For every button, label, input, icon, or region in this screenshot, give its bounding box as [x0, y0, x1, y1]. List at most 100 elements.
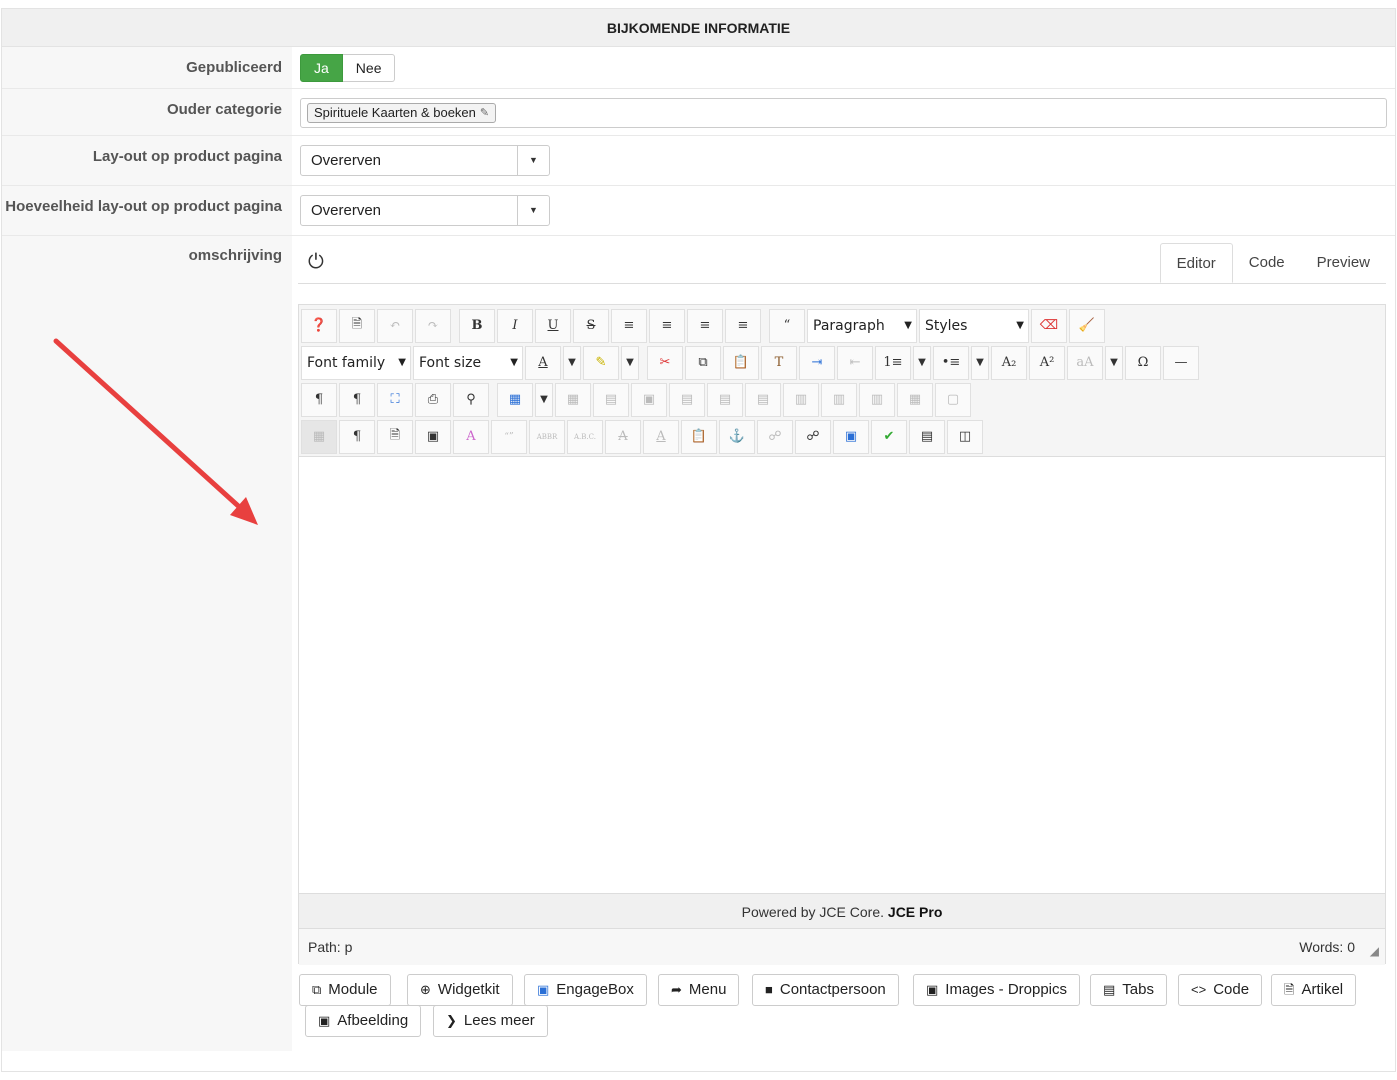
table-icon[interactable]: ▦ — [497, 382, 533, 417]
italic-icon[interactable]: I — [497, 308, 533, 343]
powered-by-pro[interactable]: JCE Pro — [888, 904, 942, 920]
anchor-icon[interactable]: ⚓ — [719, 419, 755, 454]
editor-content-area[interactable] — [299, 457, 1385, 893]
caret-down-icon[interactable]: ▼ — [563, 345, 581, 380]
redo-icon[interactable]: ↷ — [415, 308, 451, 343]
attributes-icon[interactable]: 📋 — [681, 419, 717, 454]
media-icon[interactable]: ▣ — [415, 419, 451, 454]
row-props-icon[interactable]: ▤ — [593, 382, 629, 417]
subscript-icon[interactable]: A₂ — [991, 345, 1027, 380]
menu-button[interactable]: ➦ Menu — [658, 974, 740, 1006]
path-value[interactable]: p — [345, 939, 353, 955]
tab-editor[interactable]: Editor — [1159, 243, 1233, 283]
published-no-button[interactable]: Nee — [342, 54, 396, 82]
category-tag[interactable]: Spirituele Kaarten & boeken ✎ — [307, 103, 497, 123]
format-select[interactable]: Paragraph ▼ — [807, 308, 917, 343]
power-toggle-icon[interactable]: ⏻ — [308, 251, 324, 274]
caret-down-icon[interactable]: ▼ — [971, 345, 989, 380]
afbeelding-button[interactable]: ▣ Afbeelding — [305, 1005, 422, 1037]
highlight-icon[interactable]: ✎ — [583, 345, 619, 380]
cleanup-broom-icon[interactable]: 🧹 — [1069, 308, 1105, 343]
rtl-icon[interactable]: ¶ — [339, 382, 375, 417]
contactpersoon-button[interactable]: ■ Contactpersoon — [752, 974, 899, 1006]
visual-aid-icon[interactable]: ▦ — [301, 419, 337, 454]
cell-props-icon[interactable]: ▣ — [631, 382, 667, 417]
ins-icon[interactable]: A — [643, 419, 679, 454]
font-color-icon[interactable]: A — [525, 345, 561, 380]
abbr-icon[interactable]: ABBR — [529, 419, 565, 454]
resize-handle-icon[interactable]: ◢ — [1370, 933, 1379, 969]
special-character-icon[interactable]: Ω — [1125, 345, 1161, 380]
insert-row-before-icon[interactable]: ▤ — [669, 382, 705, 417]
bullet-list-icon[interactable]: •≡ — [933, 345, 969, 380]
widgetkit-button[interactable]: ⊕ Widgetkit — [407, 974, 513, 1006]
quantity-layout-select[interactable]: Overerven ▼ — [300, 195, 550, 226]
parent-category-input[interactable]: Spirituele Kaarten & boeken ✎ — [300, 98, 1387, 128]
merge-cells-icon[interactable]: ▢ — [935, 382, 971, 417]
underline-icon[interactable]: U — [535, 308, 571, 343]
unlink-icon[interactable]: ☍ — [757, 419, 793, 454]
layout-select[interactable]: Overerven ▼ — [300, 145, 550, 176]
images-droppics-button[interactable]: ▣ Images - Droppics — [913, 974, 1081, 1006]
spellcheck-icon[interactable]: ✔ — [871, 419, 907, 454]
bold-icon[interactable]: B — [459, 308, 495, 343]
tab-code[interactable]: Code — [1233, 243, 1301, 283]
del-icon[interactable]: A — [605, 419, 641, 454]
search-replace-icon[interactable]: ⚲ — [453, 382, 489, 417]
artikel-button[interactable]: 🗎 Artikel — [1271, 974, 1357, 1006]
paste-icon[interactable]: 📋 — [723, 345, 759, 380]
eraser-icon[interactable]: ⌫ — [1031, 308, 1067, 343]
fullscreen-icon[interactable]: ⛶ — [377, 382, 413, 417]
text-case-icon[interactable]: aA — [1067, 345, 1103, 380]
cut-icon[interactable]: ✂ — [647, 345, 683, 380]
ltr-icon[interactable]: ¶ — [301, 382, 337, 417]
horizontal-rule-icon[interactable]: — — [1163, 345, 1199, 380]
new-document-icon[interactable]: 🗎 — [339, 308, 375, 343]
caret-down-icon[interactable]: ▼ — [535, 382, 553, 417]
undo-icon[interactable]: ↶ — [377, 308, 413, 343]
copy-icon[interactable]: ⧉ — [685, 345, 721, 380]
caret-down-icon[interactable]: ▼ — [913, 345, 931, 380]
superscript-icon[interactable]: A² — [1029, 345, 1065, 380]
align-center-icon[interactable]: ≡ — [649, 308, 685, 343]
print-icon[interactable]: ⎙ — [415, 382, 451, 417]
delete-col-icon[interactable]: ▥ — [859, 382, 895, 417]
caret-down-icon[interactable]: ▼ — [1105, 345, 1123, 380]
image-manager-icon[interactable]: ▣ — [833, 419, 869, 454]
delete-row-icon[interactable]: ▤ — [745, 382, 781, 417]
insert-col-after-icon[interactable]: ▥ — [821, 382, 857, 417]
insert-row-after-icon[interactable]: ▤ — [707, 382, 743, 417]
split-cells-icon[interactable]: ▦ — [897, 382, 933, 417]
insert-col-before-icon[interactable]: ▥ — [783, 382, 819, 417]
readmore-icon[interactable]: ▤ — [909, 419, 945, 454]
blockquote-icon[interactable]: “ — [769, 308, 805, 343]
delete-table-icon[interactable]: ▦ — [555, 382, 591, 417]
template-icon[interactable]: 🗎 — [377, 419, 413, 454]
style-props-icon[interactable]: A — [453, 419, 489, 454]
acronym-icon[interactable]: A.B.C. — [567, 419, 603, 454]
numbered-list-icon[interactable]: 1≡ — [875, 345, 911, 380]
align-justify-icon[interactable]: ≡ — [611, 308, 647, 343]
styles-select[interactable]: Styles ▼ — [919, 308, 1029, 343]
help-icon[interactable]: ❓ — [301, 308, 337, 343]
paste-text-icon[interactable]: T — [761, 345, 797, 380]
outdent-icon[interactable]: ⇤ — [837, 345, 873, 380]
published-yes-button[interactable]: Ja — [300, 54, 343, 82]
font-size-select[interactable]: Font size ▼ — [413, 345, 523, 380]
pencil-icon[interactable]: ✎ — [480, 104, 489, 122]
code-button[interactable]: <> Code — [1178, 974, 1263, 1006]
tabs-button[interactable]: ▤ Tabs — [1090, 974, 1167, 1006]
link-icon[interactable]: ☍ — [795, 419, 831, 454]
engagebox-button[interactable]: ▣ EngageBox — [524, 974, 647, 1006]
pagebreak-icon[interactable]: ◫ — [947, 419, 983, 454]
show-blocks-icon[interactable]: ¶ — [339, 419, 375, 454]
align-left-icon[interactable]: ≡ — [687, 308, 723, 343]
caret-down-icon[interactable]: ▼ — [621, 345, 639, 380]
lees-meer-button[interactable]: ❯ Lees meer — [433, 1005, 548, 1037]
align-right-icon[interactable]: ≡ — [725, 308, 761, 343]
tab-preview[interactable]: Preview — [1301, 243, 1386, 283]
module-button[interactable]: ⧉ Module — [299, 974, 391, 1006]
indent-icon[interactable]: ⇥ — [799, 345, 835, 380]
font-family-select[interactable]: Font family ▼ — [301, 345, 411, 380]
strikethrough-icon[interactable]: S — [573, 308, 609, 343]
